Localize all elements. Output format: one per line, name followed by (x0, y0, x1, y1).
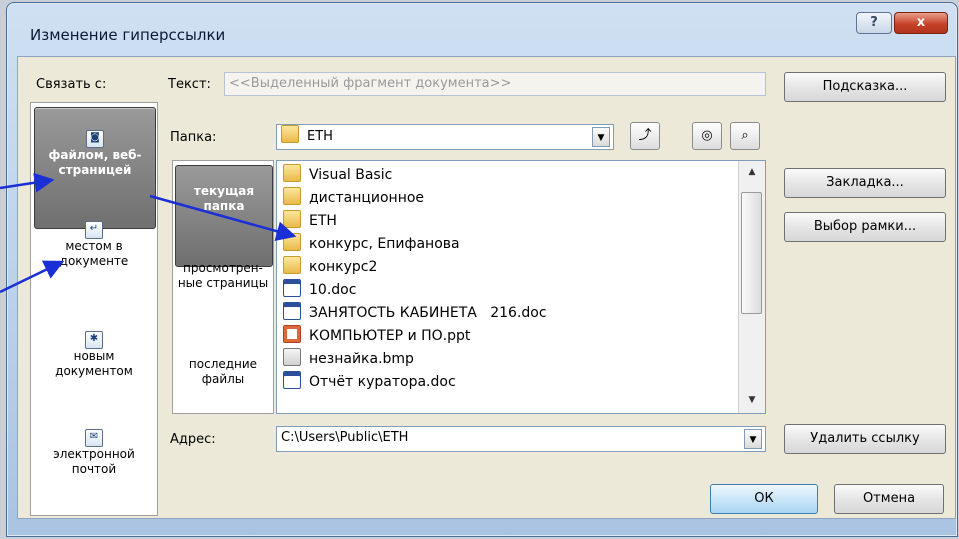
link-to-item-label: новым документом (55, 349, 133, 378)
file-name: дистанционное (309, 190, 425, 206)
folder-icon (281, 125, 299, 143)
folder-icon (283, 233, 301, 251)
nav-recent-files[interactable]: последние файлы (175, 357, 271, 401)
nav-item-label: просмотрен-ные страницы (177, 261, 269, 290)
globe-search-icon: ◎ (701, 128, 713, 143)
scrollbar-thumb[interactable] (741, 192, 762, 314)
email-icon: ✉ (85, 429, 103, 447)
file-name: 10.doc (309, 282, 357, 298)
folder-icon (283, 187, 301, 205)
browse-web-button[interactable]: ◎ (692, 122, 722, 150)
file-name: незнайка.bmp (309, 351, 414, 367)
new-document-icon: ✱ (85, 331, 103, 349)
powerpoint-icon (283, 325, 301, 343)
address-label: Адрес: (170, 432, 216, 447)
help-button[interactable]: ? (856, 12, 892, 34)
ok-button[interactable]: ОК (710, 484, 818, 514)
remove-link-button[interactable]: Удалить ссылку (784, 424, 946, 454)
file-name: конкурс, Епифанова (309, 236, 460, 252)
file-list[interactable]: Visual Basic дистанционное ETH конкурс, … (276, 160, 766, 414)
list-item[interactable]: конкурс, Епифанова (283, 233, 460, 255)
nav-item-label: последние файлы (188, 357, 258, 386)
list-item[interactable]: дистанционное (283, 187, 424, 209)
link-to-label: Связать с: (36, 77, 107, 92)
word-document-icon (283, 302, 301, 320)
file-name: КОМПЬЮТЕР и ПО.ppt (309, 328, 471, 344)
document-place-icon: ↵ (85, 221, 103, 239)
link-to-email[interactable]: ✉ электронной почтой (34, 425, 154, 495)
list-item[interactable]: конкурс2 (283, 256, 377, 278)
list-item[interactable]: КОМПЬЮТЕР и ПО.ppt (283, 325, 470, 347)
close-button[interactable]: x (894, 12, 948, 34)
file-name: ETH (309, 213, 337, 229)
folder-dropdown-arrow-icon[interactable]: ▼ (592, 127, 610, 147)
list-item[interactable]: незнайка.bmp (283, 348, 414, 370)
file-name: Отчёт куратора.doc (309, 374, 456, 390)
scroll-down-icon[interactable]: ▼ (742, 391, 762, 409)
link-to-item-label: местом в документе (59, 239, 129, 268)
cancel-button[interactable]: Отмена (834, 484, 944, 514)
look-in-bar: текущая папка просмотрен-ные страницы по… (172, 160, 274, 414)
folder-icon (283, 210, 301, 228)
file-name: конкурс2 (309, 259, 378, 275)
folder-icon (283, 256, 301, 274)
link-to-item-label: файлом, веб-страницей (48, 148, 142, 177)
file-name: Visual Basic (309, 167, 393, 183)
open-folder-icon: ⌕ (741, 128, 749, 143)
link-to-bar: ◙ файлом, веб-страницей ↵ местом в докум… (30, 102, 158, 516)
web-page-file-icon: ◙ (86, 130, 104, 148)
dialog-title: Изменение гиперссылки (30, 26, 226, 44)
hint-button[interactable]: Подсказка... (784, 72, 946, 102)
bitmap-image-icon (283, 348, 301, 366)
bookmark-button[interactable]: Закладка... (784, 168, 946, 198)
file-name: ЗАНЯТОСТЬ КАБИНЕТА 216.doc (309, 305, 547, 321)
target-frame-button[interactable]: Выбор рамки... (784, 212, 946, 242)
list-item[interactable]: 10.doc (283, 279, 356, 301)
folder-up-icon: ⤴ (638, 128, 652, 143)
list-item[interactable]: Visual Basic (283, 164, 392, 186)
link-to-place-in-document[interactable]: ↵ местом в документе (34, 217, 154, 287)
address-combobox[interactable]: C:\Users\Public\ETH (276, 426, 766, 452)
link-to-file-web-page[interactable]: ◙ файлом, веб-страницей (34, 107, 156, 229)
list-item[interactable]: ETH (283, 210, 337, 232)
folder-label: Папка: (170, 130, 217, 145)
nav-item-label: текущая папка (193, 184, 255, 213)
link-to-new-document[interactable]: ✱ новым документом (34, 327, 154, 397)
text-label: Текст: (168, 77, 211, 92)
folder-icon (283, 164, 301, 182)
link-to-item-label: электронной почтой (53, 447, 135, 476)
nav-browsed-pages[interactable]: просмотрен-ные страницы (175, 261, 271, 321)
folder-combobox[interactable]: ETH (276, 124, 614, 150)
address-dropdown-arrow-icon[interactable]: ▼ (744, 429, 762, 449)
browse-file-button[interactable]: ⌕ (730, 122, 760, 150)
up-one-folder-button[interactable]: ⤴ (630, 122, 660, 150)
text-to-display-field[interactable]: <<Выделенный фрагмент документа>> (224, 72, 766, 96)
word-document-icon (283, 371, 301, 389)
list-item[interactable]: Отчёт куратора.doc (283, 371, 456, 393)
word-document-icon (283, 279, 301, 297)
scroll-up-icon[interactable]: ▲ (742, 163, 762, 181)
list-item[interactable]: ЗАНЯТОСТЬ КАБИНЕТА 216.doc (283, 302, 547, 324)
folder-value: ETH (307, 129, 333, 144)
nav-current-folder[interactable]: текущая папка (175, 165, 273, 267)
